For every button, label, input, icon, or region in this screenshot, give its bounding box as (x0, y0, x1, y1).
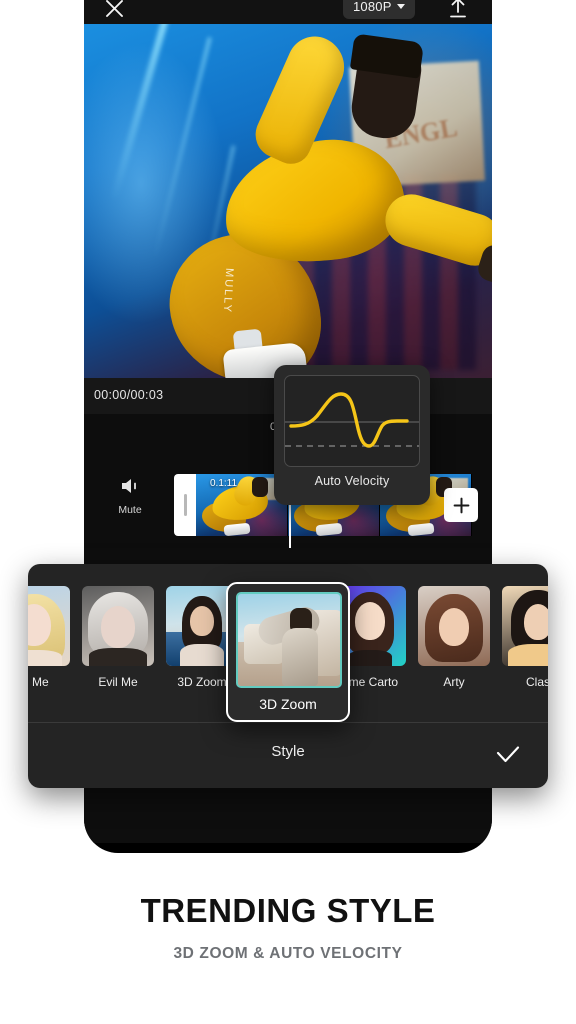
velocity-graph (284, 375, 420, 467)
close-icon[interactable] (100, 0, 128, 22)
style-item-angel-me[interactable]: el Me (28, 586, 70, 689)
plus-icon (453, 497, 469, 513)
chevron-down-icon (396, 4, 405, 9)
confirm-button[interactable] (492, 739, 524, 771)
style-item-selected[interactable]: 3D Zoom (226, 582, 350, 722)
auto-velocity-card[interactable]: Auto Velocity (274, 365, 430, 505)
style-thumbnail (418, 586, 490, 666)
time-display: 00:00/00:03 (94, 388, 164, 402)
style-item-label: el Me (28, 675, 49, 689)
speaker-icon (122, 479, 136, 493)
panel-title: Style (271, 743, 305, 760)
style-item-classic[interactable]: Clas (502, 586, 548, 689)
style-selected-label: 3D Zoom (259, 696, 317, 712)
mute-button[interactable]: Mute (102, 476, 158, 516)
clip-trim-handle[interactable] (174, 474, 196, 536)
mute-label: Mute (118, 504, 142, 516)
style-item-label: Arty (443, 675, 465, 689)
style-item-label: Clas (525, 675, 548, 689)
video-preview[interactable]: ENGL MULLY (84, 24, 492, 378)
style-thumbnail (502, 586, 548, 666)
resolution-dropdown[interactable]: 1080P (343, 0, 415, 19)
resolution-label: 1080P (353, 0, 392, 14)
garment-text: MULLY (220, 267, 236, 315)
style-thumbnail (82, 586, 154, 666)
headline: TRENDING STYLE (140, 892, 436, 929)
style-item-arty[interactable]: Arty (418, 586, 490, 689)
add-clip-button[interactable] (444, 488, 478, 522)
subheadline: 3D ZOOM & AUTO VELOCITY (173, 945, 403, 962)
upload-icon[interactable] (444, 0, 472, 22)
style-thumbnail (28, 586, 70, 666)
style-item-evil-me[interactable]: Evil Me (82, 586, 154, 689)
auto-velocity-label: Auto Velocity (314, 474, 390, 488)
style-footer: Style (28, 723, 548, 788)
check-icon (496, 746, 520, 763)
style-item-label: Evil Me (98, 675, 138, 689)
style-thumbnail-selected (236, 592, 342, 688)
clip-duration-label: 0.1:11 (210, 478, 238, 489)
top-bar: 1080P (84, 0, 492, 24)
